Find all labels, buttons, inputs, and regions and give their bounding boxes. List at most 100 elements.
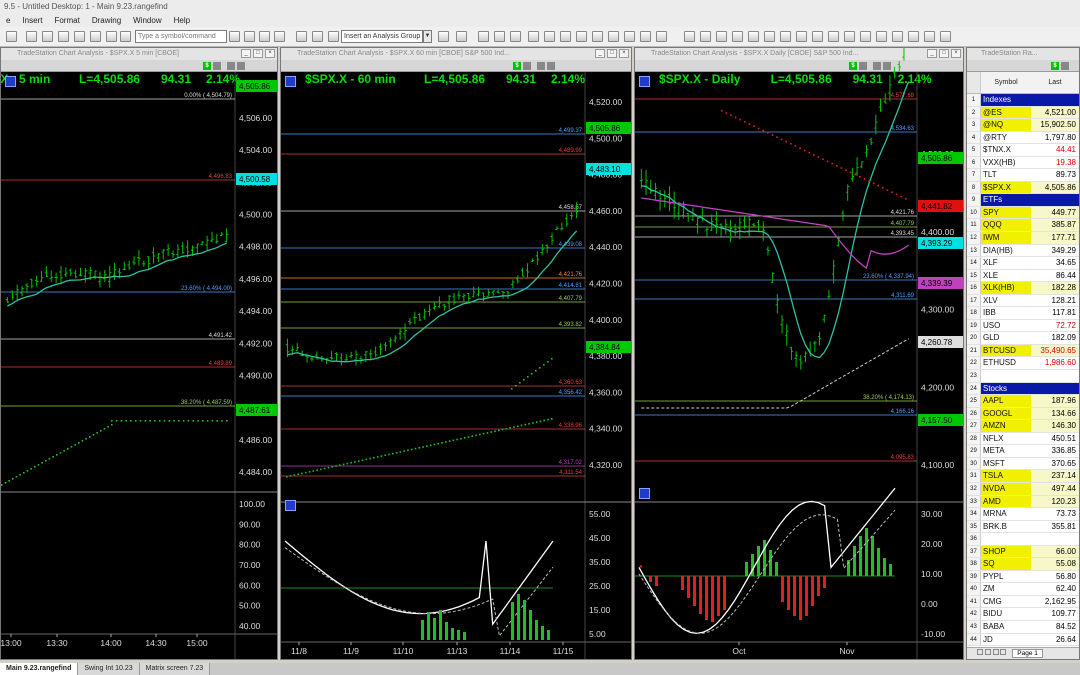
watchlist-row[interactable]: 26 GOOGL 134.66 xyxy=(967,407,1079,421)
zoom-in-icon[interactable] xyxy=(544,31,555,42)
symbol-cell[interactable]: BTCUSD xyxy=(981,344,1031,357)
symbol-cell[interactable]: BRK.B xyxy=(981,521,1031,533)
pan-icon[interactable] xyxy=(592,31,603,42)
analysis-panel-button[interactable] xyxy=(285,76,296,87)
watchlist-row[interactable]: 32 NVDA 497.44 xyxy=(967,482,1079,496)
symbol-cell[interactable]: @NQ xyxy=(981,119,1031,131)
watchlist-row[interactable]: 2 @ES 4,521.00 xyxy=(967,106,1079,120)
pitchfork-icon[interactable] xyxy=(892,31,903,42)
fibonacci-icon[interactable] xyxy=(812,31,823,42)
watchlist-section-header[interactable]: 1 Indexes xyxy=(967,94,1079,107)
indicator-icon[interactable] xyxy=(296,31,307,42)
grid-icon[interactable] xyxy=(74,31,85,42)
nav-next-icon[interactable] xyxy=(992,649,999,655)
symbol-cell[interactable]: ZM xyxy=(981,583,1031,595)
symbol-cell[interactable]: QQQ xyxy=(981,219,1031,232)
workspace-tab-main[interactable]: Main 9.23.rangefind xyxy=(0,663,79,675)
symbol-cell[interactable]: NFLX xyxy=(981,433,1031,445)
watchlist-row[interactable]: 43 BABA 84.52 xyxy=(967,620,1079,634)
page-tab[interactable]: Page 1 xyxy=(1012,649,1043,658)
symbol-cell[interactable]: MSFT xyxy=(981,458,1031,470)
analysis-panel-button[interactable] xyxy=(639,488,650,499)
watchlist-row[interactable]: 5 $TNX.X 44.41 xyxy=(967,144,1079,157)
matrix-icon[interactable] xyxy=(106,31,117,42)
save-icon[interactable] xyxy=(26,31,37,42)
watchlist-row[interactable]: 19 USO 72.72 xyxy=(967,319,1079,333)
symbol-cell[interactable]: XLF xyxy=(981,257,1031,269)
nav-prev-icon[interactable] xyxy=(984,649,991,655)
nav-first-icon[interactable] xyxy=(977,649,983,655)
menu-item-drawing[interactable]: Drawing xyxy=(86,14,127,27)
vertical-line-icon[interactable] xyxy=(764,31,775,42)
symbol-cell[interactable]: META xyxy=(981,445,1031,457)
symbol-cell[interactable]: GLD xyxy=(981,332,1031,344)
watchlist-row[interactable]: 16 XLK(HB) 182.28 xyxy=(967,282,1079,295)
symbol-cell[interactable]: VXX(HB) xyxy=(981,157,1031,169)
watchlist-row[interactable]: 13 DIA(HB) 349.29 xyxy=(967,244,1079,258)
watchlist-row[interactable]: 15 XLE 86.44 xyxy=(967,269,1079,283)
scroll-right-icon[interactable] xyxy=(576,31,587,42)
analysis-panel-button[interactable] xyxy=(639,76,650,87)
arrow-down-icon[interactable] xyxy=(860,31,871,42)
chart-icon[interactable] xyxy=(58,31,69,42)
arrow-up-icon[interactable] xyxy=(844,31,855,42)
watchlist-row[interactable]: 25 AAPL 187.96 xyxy=(967,395,1079,408)
strategy-icon[interactable] xyxy=(312,31,323,42)
watchlist-section-header[interactable]: 9 ETFs xyxy=(967,194,1079,207)
options-icon[interactable] xyxy=(656,31,667,42)
chart-window-60min[interactable]: TradeStation Chart Analysis - $SPX.X 60 … xyxy=(280,47,632,660)
watchlist-row[interactable]: 4 @RTY 1,797.80 xyxy=(967,131,1079,145)
symbol-command-input[interactable] xyxy=(135,30,227,43)
cycle-icon[interactable] xyxy=(940,31,951,42)
symbol-cell[interactable]: XLK(HB) xyxy=(981,282,1031,294)
watchlist-row[interactable]: 38 SQ 55.08 xyxy=(967,558,1079,571)
watchlist-row[interactable]: 20 GLD 182.09 xyxy=(967,332,1079,345)
symbol-cell[interactable]: $TNX.X xyxy=(981,144,1031,156)
symbol-cell[interactable]: JD xyxy=(981,634,1031,646)
watchlist-row[interactable]: 34 MRNA 73.73 xyxy=(967,508,1079,521)
chevron-down-icon[interactable]: ▼ xyxy=(423,30,432,43)
crosshair-icon[interactable] xyxy=(700,31,711,42)
channel-icon[interactable] xyxy=(876,31,887,42)
go-arrow-icon[interactable] xyxy=(229,31,240,42)
watchlist-row[interactable]: 3 @NQ 15,902.50 xyxy=(967,119,1079,132)
symbol-column-header[interactable]: Symbol xyxy=(981,72,1031,93)
nav-last-icon[interactable] xyxy=(1000,649,1007,655)
watchlist-row[interactable]: 42 BIDU 109.77 xyxy=(967,608,1079,621)
symbol-cell[interactable]: XLE xyxy=(981,270,1031,282)
watchlist-row[interactable]: 31 TSLA 237.14 xyxy=(967,470,1079,483)
analysis-group-select[interactable]: Insert an Analysis Group xyxy=(341,30,423,43)
watchlist-row[interactable]: 29 META 336.85 xyxy=(967,445,1079,458)
scanner-icon[interactable] xyxy=(120,31,131,42)
analysis-panel-button[interactable] xyxy=(285,500,296,511)
symbol-cell[interactable]: SHOP xyxy=(981,545,1031,558)
symbol-cell[interactable]: CMG xyxy=(981,596,1031,608)
watchlist-row[interactable]: 18 IBB 117.81 xyxy=(967,307,1079,320)
bar-interval-icon[interactable] xyxy=(244,31,255,42)
chart-window-5min[interactable]: TradeStation Chart Analysis - $SPX.X 5 m… xyxy=(0,47,278,660)
workspace-tab-swing[interactable]: Swing Int 10.23 xyxy=(78,663,140,675)
horizontal-line-icon[interactable] xyxy=(748,31,759,42)
symbol-cell[interactable]: AMZN xyxy=(981,420,1031,432)
symbol-cell[interactable]: IBB xyxy=(981,307,1031,319)
watchlist-row[interactable]: 21 BTCUSD 35,490.65 xyxy=(967,344,1079,358)
interval-icon[interactable] xyxy=(259,31,270,42)
symbol-cell[interactable]: ETHUSD xyxy=(981,357,1031,369)
watchlist-section-header[interactable]: 24 Stocks xyxy=(967,382,1079,396)
menu-item-help[interactable]: Help xyxy=(168,14,196,27)
watchlist-row[interactable]: 10 SPY 449.77 xyxy=(967,206,1079,220)
watchlist-row[interactable]: 30 MSFT 370.65 xyxy=(967,457,1079,471)
menu-item-window[interactable]: Window xyxy=(127,14,167,27)
watchlist-row[interactable]: 28 NFLX 450.51 xyxy=(967,432,1079,446)
symbol-cell[interactable] xyxy=(981,533,1031,545)
watchlist-row[interactable]: 23 xyxy=(967,370,1079,383)
table-icon[interactable] xyxy=(478,31,489,42)
symbol-cell[interactable]: BABA xyxy=(981,621,1031,633)
menu-item-insert[interactable]: Insert xyxy=(16,14,48,27)
orders-icon[interactable] xyxy=(608,31,619,42)
watchlist-row[interactable]: 17 XLV 128.21 xyxy=(967,294,1079,308)
format-icon[interactable] xyxy=(328,31,339,42)
alert-icon[interactable] xyxy=(624,31,635,42)
symbol-cell[interactable]: SQ xyxy=(981,558,1031,570)
symbol-cell[interactable]: AAPL xyxy=(981,395,1031,407)
